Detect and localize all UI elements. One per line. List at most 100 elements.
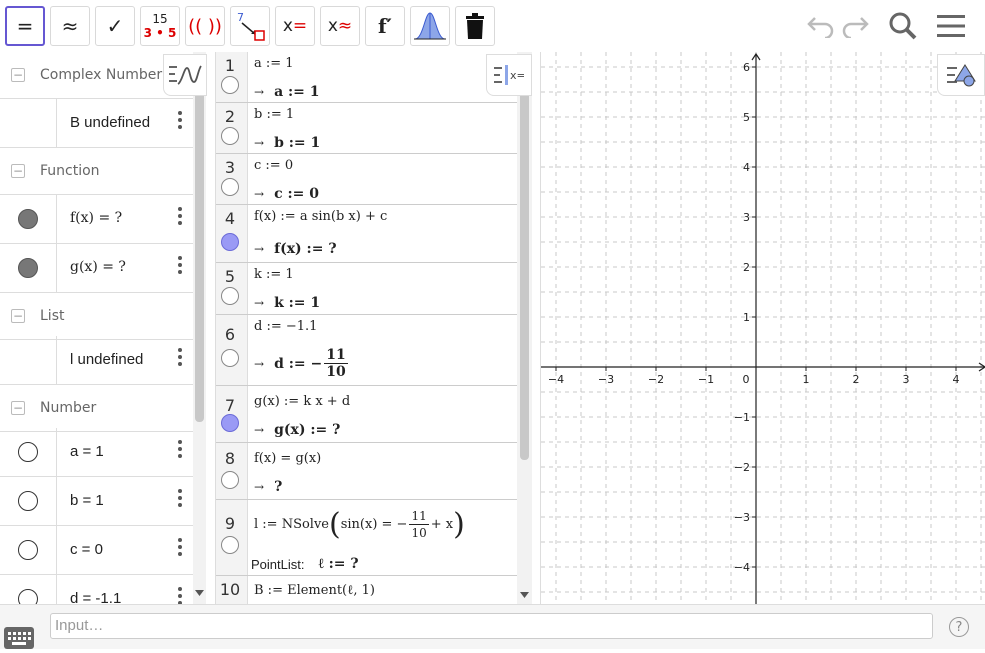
cas-style-button[interactable]: x= <box>486 54 532 96</box>
visibility-toggle[interactable] <box>18 442 38 462</box>
more-options-icon[interactable] <box>177 440 183 458</box>
more-options-icon[interactable] <box>177 111 183 129</box>
cas-input[interactable]: g(x) := k x + d <box>254 394 350 409</box>
cas-row-6[interactable]: 6 d := −1.1 → d := − 11 10 <box>216 315 517 386</box>
visibility-toggle[interactable] <box>221 471 239 489</box>
algebra-item-B[interactable]: B undefined <box>0 99 193 148</box>
collapse-icon[interactable]: − <box>11 401 25 415</box>
cas-row-9[interactable]: 9 l := NSolve(sin(x) = − 11 10 + x) Point… <box>216 500 517 576</box>
keep-input-tool-button[interactable]: ✓ <box>95 6 135 46</box>
visibility-toggle[interactable] <box>18 540 38 560</box>
search-button[interactable] <box>885 8 921 44</box>
y-tick-label: −2 <box>734 461 750 474</box>
cas-row-5[interactable]: 5 k := 1 → k := 1 <box>216 263 517 315</box>
keyboard-button[interactable] <box>4 627 34 649</box>
group-header-function[interactable]: − Function <box>0 148 193 195</box>
coordinate-grid: −4 −3 −2 −1 0 1 2 3 4 6 5 4 3 2 1 −1 −2 −3 −4 <box>541 52 985 604</box>
cas-scrollbar-thumb[interactable] <box>520 92 529 460</box>
menu-button[interactable] <box>933 8 969 44</box>
cas-output: → a := 1 <box>254 84 320 100</box>
visibility-toggle[interactable] <box>221 178 239 196</box>
collapse-icon[interactable]: − <box>11 68 25 82</box>
algebra-item-f[interactable]: f(x) = ? <box>0 195 193 244</box>
cas-input[interactable]: l := NSolve(sin(x) = − 11 10 + x) <box>254 508 465 541</box>
more-options-icon[interactable] <box>177 207 183 225</box>
cas-input[interactable]: a := 1 <box>254 56 294 71</box>
cas-row-7[interactable]: 7 g(x) := k x + d → g(x) := ? <box>216 386 517 443</box>
algebra-item-c[interactable]: c = 0 <box>0 526 193 575</box>
cas-row-10[interactable]: 10 B := Element(ℓ, 1) <box>216 576 517 604</box>
algebra-scrollbar-thumb[interactable] <box>195 92 204 422</box>
visibility-toggle[interactable] <box>221 349 239 367</box>
cas-row-1[interactable]: 1 a := 1 → a := 1 <box>216 52 517 103</box>
cas-input[interactable]: b := 1 <box>254 107 294 122</box>
visibility-toggle[interactable] <box>18 258 38 278</box>
algebra-item-b[interactable]: b = 1 <box>0 477 193 526</box>
collapse-icon[interactable]: − <box>11 309 25 323</box>
more-options-icon[interactable] <box>177 256 183 274</box>
graphics-view[interactable]: −4 −3 −2 −1 0 1 2 3 4 6 5 4 3 2 1 −1 −2 −3 −4 <box>540 52 985 604</box>
visibility-toggle[interactable] <box>221 536 239 554</box>
substitute-tool-button[interactable]: 7 <box>230 6 270 46</box>
cas-row-8[interactable]: 8 f(x) = g(x) →? <box>216 443 517 500</box>
graphics-style-button[interactable] <box>937 54 985 96</box>
divider <box>56 428 57 476</box>
visibility-toggle[interactable] <box>18 491 38 511</box>
more-options-icon[interactable] <box>177 348 183 366</box>
scroll-down-arrow-icon[interactable] <box>520 592 529 598</box>
visibility-toggle[interactable] <box>221 76 239 94</box>
algebra-item-value: c = 0 <box>70 541 103 558</box>
cas-input[interactable]: f(x) := a sin(b x) + c <box>254 209 387 224</box>
collapse-icon[interactable]: − <box>11 164 25 178</box>
solve-numeric-tool-button[interactable]: x≈ <box>320 6 360 46</box>
numeric-tool-button[interactable]: ≈ <box>50 6 90 46</box>
cas-input[interactable]: k := 1 <box>254 267 294 282</box>
algebra-item-a[interactable]: a = 1 <box>0 428 193 477</box>
delete-tool-button[interactable] <box>455 6 495 46</box>
algebra-item-g[interactable]: g(x) = ? <box>0 244 193 293</box>
visibility-toggle[interactable] <box>18 589 38 604</box>
cas-row-4[interactable]: 4 f(x) := a sin(b x) + c → f(x) := ? <box>216 205 517 263</box>
row-number: 3 <box>224 158 236 177</box>
algebra-style-button[interactable] <box>163 54 207 96</box>
algebra-item-value: B undefined <box>70 114 151 131</box>
help-icon: ? <box>955 619 963 635</box>
visibility-toggle[interactable] <box>221 287 239 305</box>
cas-input[interactable]: B := Element(ℓ, 1) <box>254 582 375 598</box>
visibility-toggle[interactable] <box>221 414 239 432</box>
visibility-toggle[interactable] <box>221 127 239 145</box>
group-header-list[interactable]: − List <box>0 293 193 340</box>
scroll-down-arrow-icon[interactable] <box>195 590 204 596</box>
group-header-number[interactable]: − Number <box>0 385 193 432</box>
solve-tool-button[interactable]: x= <box>275 6 315 46</box>
expand-tool-button[interactable]: (( )) <box>185 6 225 46</box>
more-options-icon[interactable] <box>177 538 183 556</box>
y-tick-label: −3 <box>734 511 750 524</box>
visibility-toggle[interactable] <box>18 209 38 229</box>
algebra-item-d[interactable]: d = -1.1 <box>0 575 193 604</box>
cas-style-icon: x= <box>494 65 524 85</box>
help-button[interactable]: ? <box>949 617 969 637</box>
graph-style-icon <box>169 65 202 85</box>
y-tick-label: −4 <box>734 561 750 574</box>
row-number: 10 <box>219 580 241 599</box>
evaluate-tool-button[interactable]: = <box>5 6 45 46</box>
probability-tool-button[interactable] <box>410 6 450 46</box>
cas-input[interactable]: d := −1.1 <box>254 319 317 334</box>
more-options-icon[interactable] <box>177 587 183 604</box>
cas-row-header: 6 <box>216 315 248 385</box>
input-field[interactable]: Input… <box>50 613 933 639</box>
redo-button[interactable] <box>838 8 874 44</box>
more-options-icon[interactable] <box>177 489 183 507</box>
svg-text:x=: x= <box>510 69 524 82</box>
factor-tool-button[interactable]: 15 3 • 5 <box>140 6 180 46</box>
cas-input[interactable]: f(x) = g(x) <box>254 451 321 466</box>
undo-button[interactable] <box>802 8 838 44</box>
row-number: 4 <box>224 209 236 228</box>
cas-row-3[interactable]: 3 c := 0 → c := 0 <box>216 154 517 205</box>
algebra-item-l[interactable]: l undefined <box>0 336 193 385</box>
derivative-tool-button[interactable]: f′ <box>365 6 405 46</box>
visibility-toggle[interactable] <box>221 233 239 251</box>
cas-input[interactable]: c := 0 <box>254 158 293 173</box>
cas-row-2[interactable]: 2 b := 1 → b := 1 <box>216 103 517 154</box>
